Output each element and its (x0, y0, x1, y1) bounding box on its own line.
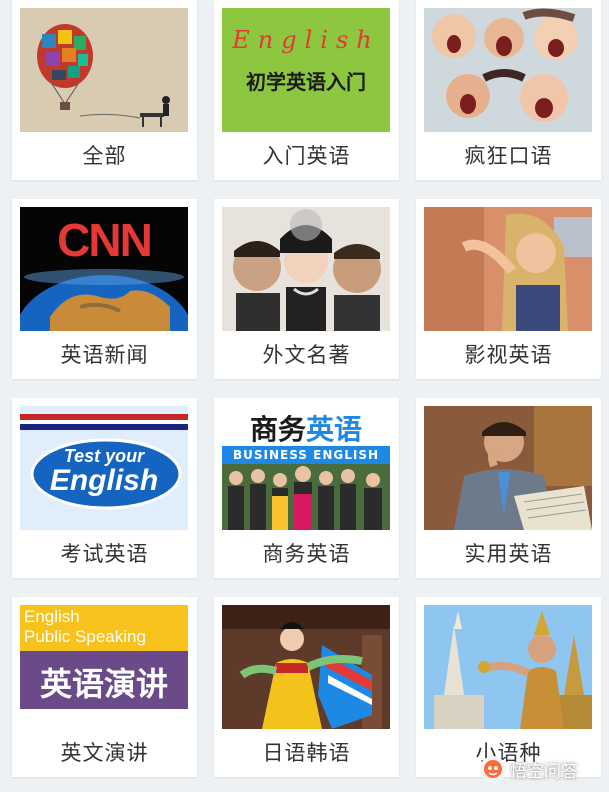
category-crazy-speaking[interactable]: 疯狂口语 (416, 0, 601, 180)
classic-film-stars-image (222, 207, 390, 331)
category-practical-english[interactable]: 实用英语 (416, 398, 601, 578)
category-beginner-english[interactable]: English 初学英语入门 入门英语 (214, 0, 399, 180)
category-label: 考试英语 (60, 542, 149, 566)
category-english-speech[interactable]: English Public Speaking 英语演讲 英文演讲 (12, 597, 197, 777)
category-japanese-korean[interactable]: 日语韩语 (214, 597, 399, 777)
category-label: 商务英语 (262, 542, 351, 566)
category-all[interactable]: 全部 (12, 0, 197, 180)
korean-hanbok-dancer-image (222, 605, 390, 729)
business-english-title: 商务英语 (222, 408, 390, 448)
category-label: 入门英语 (262, 144, 351, 168)
category-label: 全部 (82, 144, 127, 168)
cnn-globe-image: CNN (20, 207, 188, 331)
public-speaking-image: English Public Speaking 英语演讲 (20, 605, 188, 729)
thai-dancer-temple-image (424, 605, 592, 729)
category-grid: 全部 English 初学英语入门 入门英语 疯狂口语 CNN 英语新闻 外文名… (0, 0, 609, 792)
category-classics[interactable]: 外文名著 (214, 199, 399, 379)
shouting-people-image (424, 8, 592, 132)
english-line: English (24, 607, 80, 626)
business-english-banner: BUSINESS ENGLISH (222, 446, 390, 464)
tv-actress-image (424, 207, 592, 331)
wukong-watermark: 悟空问答 (480, 752, 578, 786)
category-label: 外文名著 (262, 343, 351, 367)
english-text: English (49, 464, 159, 497)
test-your-english-image: Test your English (20, 406, 188, 530)
category-label: 日语韩语 (262, 741, 351, 765)
wukong-logo-icon (480, 756, 506, 782)
cnn-logo: CNN (57, 214, 153, 266)
watermark-text: 悟空问答 (510, 761, 578, 782)
category-minor-languages[interactable]: 小语种 (416, 597, 601, 777)
category-label: 实用英语 (464, 542, 553, 566)
category-label: 疯狂口语 (464, 144, 553, 168)
category-exam-english[interactable]: Test your English 考试英语 (12, 398, 197, 578)
english-script-text: English (232, 26, 380, 54)
title-part-business: 商务 (249, 413, 306, 446)
beginner-english-cover-image: English 初学英语入门 (222, 8, 390, 132)
category-label: 影视英语 (464, 343, 553, 367)
category-label: 英语新闻 (60, 343, 149, 367)
category-english-news[interactable]: CNN 英语新闻 (12, 199, 197, 379)
hot-air-balloon-reading-image (20, 8, 188, 132)
business-english-image: 商务英语 BUSINESS ENGLISH (222, 406, 390, 530)
category-label: 英文演讲 (60, 741, 149, 765)
title-part-english: 英语 (306, 413, 363, 446)
english-speech-title: 英语演讲 (39, 665, 168, 703)
category-business-english[interactable]: 商务英语 BUSINESS ENGLISH 商务英语 (214, 398, 399, 578)
businessman-newspaper-image (424, 406, 592, 530)
category-film-tv-english[interactable]: 影视英语 (416, 199, 601, 379)
public-speaking-line: Public Speaking (24, 627, 146, 646)
beginner-english-title: 初学英语入门 (246, 70, 366, 94)
